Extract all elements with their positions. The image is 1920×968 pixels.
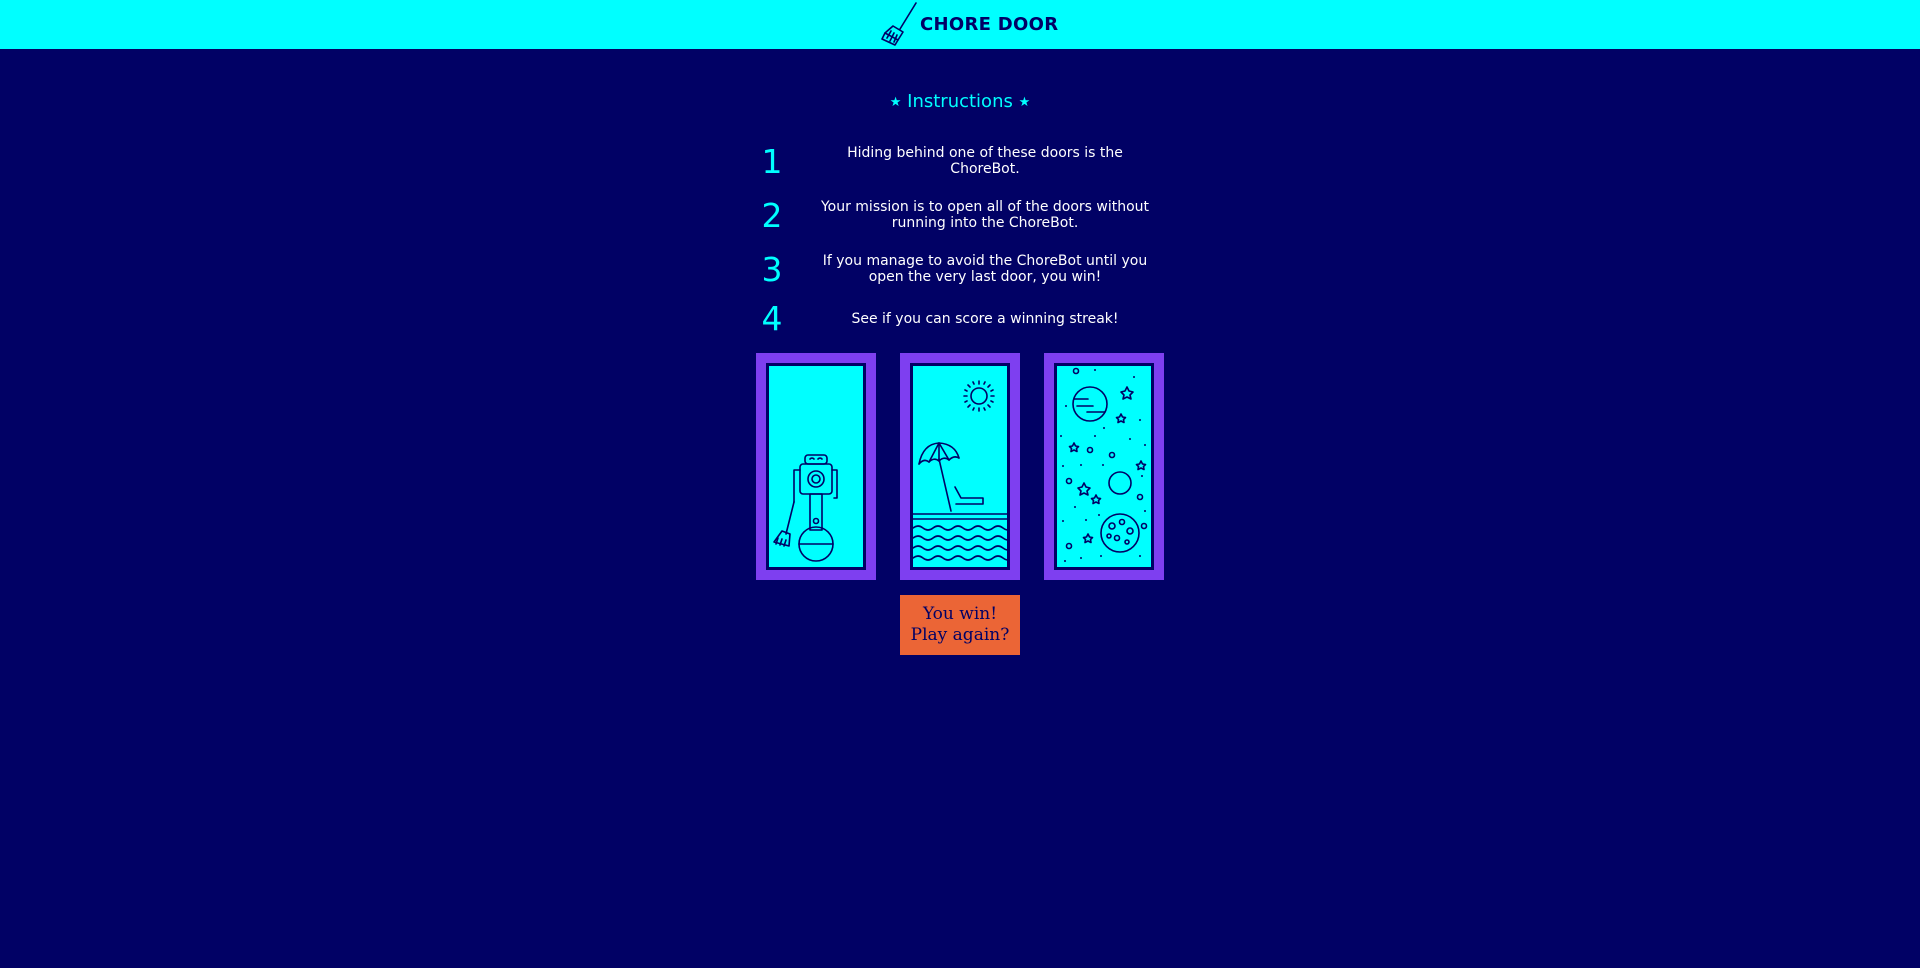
step-number: 1 — [761, 142, 783, 181]
door-2[interactable] — [900, 353, 1020, 580]
step-text: If you manage to avoid the ChoreBot unti… — [822, 253, 1148, 285]
star-icon: ★ — [1018, 95, 1031, 110]
instructions-title: Instructions — [907, 91, 1013, 112]
brand: CHORE DOOR — [878, 0, 1058, 49]
step-text: Hiding behind one of these doors is the … — [847, 145, 1123, 177]
beach-icon — [913, 380, 1007, 561]
star-icon: ★ — [889, 95, 902, 110]
step-text: See if you can score a winning streak! — [851, 311, 1119, 327]
step-number: 4 — [761, 299, 783, 338]
instructions-heading: ★ Instructions ★ — [0, 91, 1920, 112]
play-again-button[interactable]: You win! Play again? — [900, 595, 1020, 655]
app-title: CHORE DOOR — [920, 14, 1059, 35]
door-panel — [766, 363, 866, 570]
door-1[interactable] — [756, 353, 876, 580]
top-bar: CHORE DOOR — [0, 0, 1920, 49]
robot-icon — [773, 454, 838, 562]
instruction-row: 3 If you manage to avoid the ChoreBot un… — [0, 250, 1920, 290]
space-icon — [1060, 367, 1148, 562]
instruction-row: 1 Hiding behind one of these doors is th… — [0, 142, 1920, 182]
step-number: 3 — [761, 250, 783, 289]
broom-icon — [881, 1, 917, 46]
step-number: 2 — [761, 196, 783, 235]
door-panel — [1054, 363, 1154, 570]
instruction-row: 4 See if you can score a winning streak! — [0, 299, 1920, 339]
door-panel — [910, 363, 1010, 570]
instruction-row: 2 Your mission is to open all of the doo… — [0, 196, 1920, 236]
step-text: Your mission is to open all of the doors… — [820, 199, 1150, 231]
door-3[interactable] — [1044, 353, 1164, 580]
